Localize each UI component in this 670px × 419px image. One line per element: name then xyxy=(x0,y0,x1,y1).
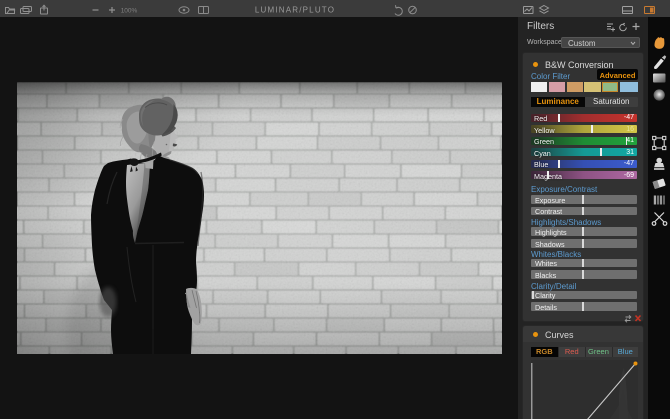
svg-text:LUMINAR/PLUTO: LUMINAR/PLUTO xyxy=(255,6,335,15)
svg-text:100%: 100% xyxy=(121,7,138,14)
